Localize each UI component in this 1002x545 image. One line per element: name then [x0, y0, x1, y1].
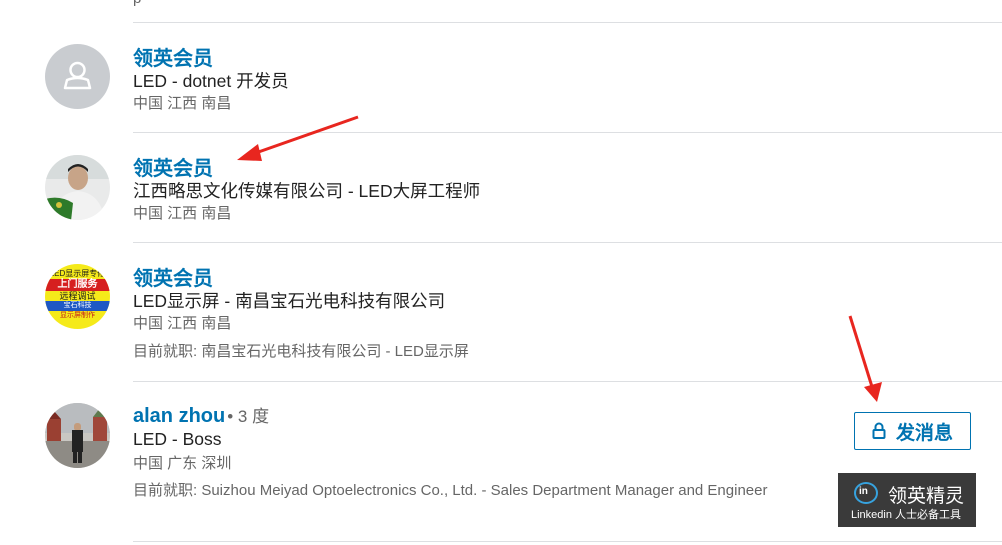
arrow-to-message-button — [848, 315, 882, 402]
person-placeholder-icon — [63, 61, 92, 90]
member-name-link[interactable]: 领英会员 — [133, 42, 213, 71]
linkedin-helper-badge[interactable]: in 领英精灵 Linkedin 人士必备工具 — [838, 473, 976, 527]
company-logo-avatar[interactable]: LED显示屏专修 上门服务 远程调试 宝石科技 显示屏制作 — [45, 264, 110, 329]
member-location: 中国 江西 南昌 — [133, 315, 232, 332]
member-name-link[interactable]: 领英会员 — [133, 152, 213, 181]
lock-icon — [872, 422, 886, 439]
divider — [133, 541, 1002, 542]
divider — [133, 22, 1002, 23]
member-location: 中国 江西 南昌 — [133, 205, 232, 222]
send-message-label: 发消息 — [895, 422, 953, 444]
member-name-link[interactable]: alan zhou • 3 度 — [133, 402, 269, 428]
send-message-button[interactable]: 发消息 — [854, 412, 971, 450]
current-position: 目前就职: Suizhou Meiyad Optoelectronics Co.… — [133, 482, 768, 499]
member-location: 中国 江西 南昌 — [133, 95, 232, 112]
current-position: 目前就职: 南昌宝石光电科技有限公司 - LED显示屏 — [133, 343, 469, 360]
member-headline: LED显示屏 - 南昌宝石光电科技有限公司 — [133, 291, 446, 311]
divider — [133, 132, 1002, 133]
member-location: 中国 广东 深圳 — [133, 455, 232, 472]
default-avatar[interactable] — [45, 44, 110, 109]
arrow-to-member-name — [237, 115, 359, 161]
member-photo[interactable] — [45, 155, 110, 220]
member-name-link[interactable]: 领英会员 — [133, 262, 213, 291]
member-photo[interactable] — [45, 403, 110, 468]
badge-subtitle: Linkedin 人士必备工具 — [851, 509, 962, 521]
in-logo-icon: in — [854, 482, 878, 504]
badge-title: 领英精灵 — [888, 486, 965, 507]
member-headline: 江西略思文化传媒有限公司 - LED大屏工程师 — [133, 181, 481, 201]
member-headline: LED - Boss — [133, 429, 222, 449]
divider — [133, 381, 1002, 382]
connection-degree: • 3 度 — [227, 407, 270, 426]
member-headline: LED - dotnet 开发员 — [133, 71, 289, 91]
divider — [133, 242, 1002, 243]
truncated-previous-text: p — [133, 0, 141, 7]
